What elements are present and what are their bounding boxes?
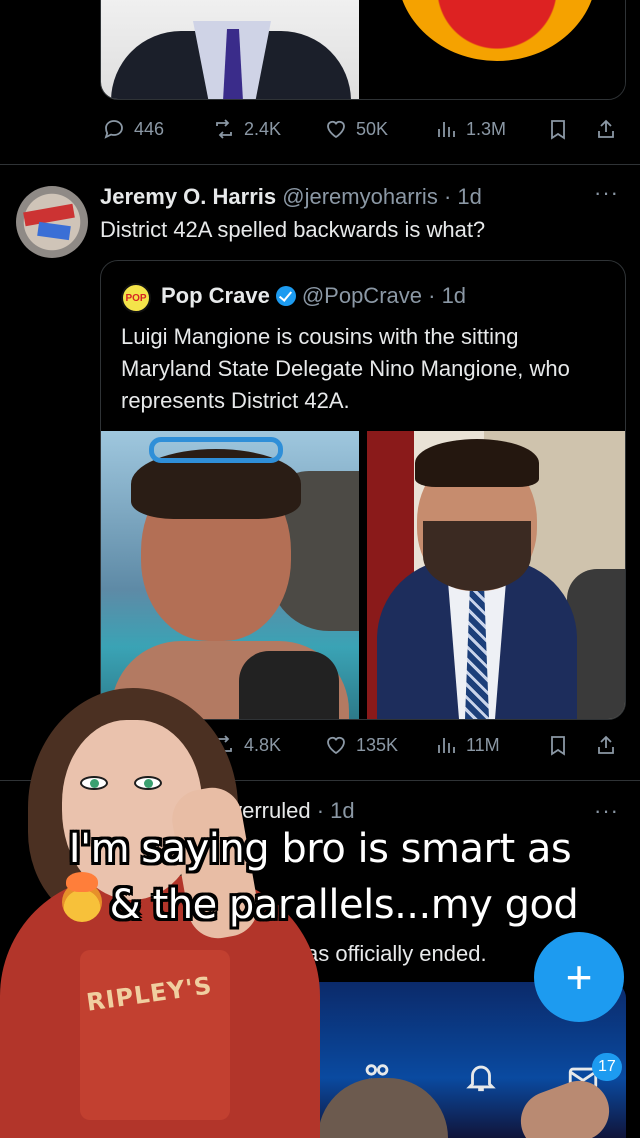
more-options-icon[interactable]: ··· <box>594 798 619 824</box>
more-options-icon[interactable]: ··· <box>594 180 619 206</box>
quote-author-handle: @PopCrave <box>301 283 422 308</box>
share-icon <box>598 119 614 138</box>
quote-time: · 1d <box>428 283 467 308</box>
tweet-time[interactable]: · 1d <box>317 798 355 823</box>
views-count: 11M <box>466 734 500 755</box>
views-button[interactable]: 11M <box>434 730 500 760</box>
quote-author-name: Pop Crave <box>161 283 270 308</box>
beard-shape <box>423 521 531 591</box>
like-button[interactable]: 135K <box>324 730 398 760</box>
share-icon <box>598 735 614 754</box>
author-name[interactable]: Jeremy O. Harris <box>100 184 276 209</box>
mind-blown-emoji-icon <box>61 872 102 922</box>
quoted-tweet[interactable]: POP Pop Crave @PopCrave · 1d Luigi Mangio… <box>100 260 626 720</box>
compose-button[interactable]: + <box>534 932 624 1022</box>
quote-text: Luigi Mangione is cousins with the sitti… <box>121 324 570 413</box>
repost-button[interactable]: 2.4K <box>212 114 281 144</box>
tweet2-header: Jeremy O. Harris @jeremyoharris · 1d <box>100 184 482 210</box>
tweet-text-partial-2: as officially ended. <box>306 941 487 966</box>
notifications-icon[interactable] <box>464 1060 498 1094</box>
logo-graphic <box>397 0 597 61</box>
repost-icon <box>216 119 232 139</box>
views-icon <box>438 738 455 753</box>
like-button[interactable]: 50K <box>324 114 388 144</box>
tweet-time[interactable]: · 1d <box>444 184 482 209</box>
quote-image-left[interactable] <box>101 431 359 719</box>
eye-right <box>134 776 162 790</box>
heart-icon <box>327 120 345 139</box>
bookmark-icon <box>551 120 565 140</box>
caption-line-2-row: & the parallels...my god <box>0 872 640 928</box>
tweet-divider <box>0 164 640 165</box>
reply-button[interactable]: 446 <box>102 114 164 144</box>
views-count: 1.3M <box>466 118 507 139</box>
bookmark-icon <box>551 736 565 756</box>
repost-count: 2.4K <box>244 118 282 139</box>
tweet-text: District 42A spelled backwards is what? <box>100 217 486 242</box>
views-button[interactable]: 1.3M <box>434 114 506 144</box>
messages-badge: 17 <box>592 1053 622 1081</box>
caption-line-1: I'm saying bro is smart as <box>68 826 572 872</box>
media-image-logo[interactable] <box>367 0 625 99</box>
quote-image-right[interactable] <box>367 431 625 719</box>
verified-badge-icon <box>275 286 296 306</box>
author-handle[interactable]: @jeremyoharris <box>282 184 438 209</box>
avatar-art-2 <box>37 221 71 241</box>
like-count: 135K <box>356 734 399 755</box>
hair-shape <box>415 439 539 487</box>
tweet-media-top[interactable] <box>100 0 626 100</box>
popcrave-avatar: POP <box>121 283 151 313</box>
bookmark-button[interactable] <box>546 730 570 760</box>
reply-count: 446 <box>134 118 165 139</box>
views-icon <box>438 122 455 137</box>
tweet1-action-bar: 446 2.4K 50K 1.3M <box>100 114 626 144</box>
share-button[interactable] <box>594 730 618 760</box>
quote-header: Pop Crave @PopCrave · 1d <box>161 283 466 309</box>
reply-icon <box>104 120 123 139</box>
caption-line-2: & the parallels...my god <box>109 882 579 928</box>
sunglasses-shape <box>149 437 283 463</box>
avatar[interactable] <box>16 186 88 258</box>
media-image-suit[interactable] <box>101 0 359 99</box>
heart-icon <box>327 736 345 755</box>
share-button[interactable] <box>594 114 618 144</box>
bookmark-button[interactable] <box>546 114 570 144</box>
like-count: 50K <box>356 118 389 139</box>
eye-left <box>80 776 108 790</box>
